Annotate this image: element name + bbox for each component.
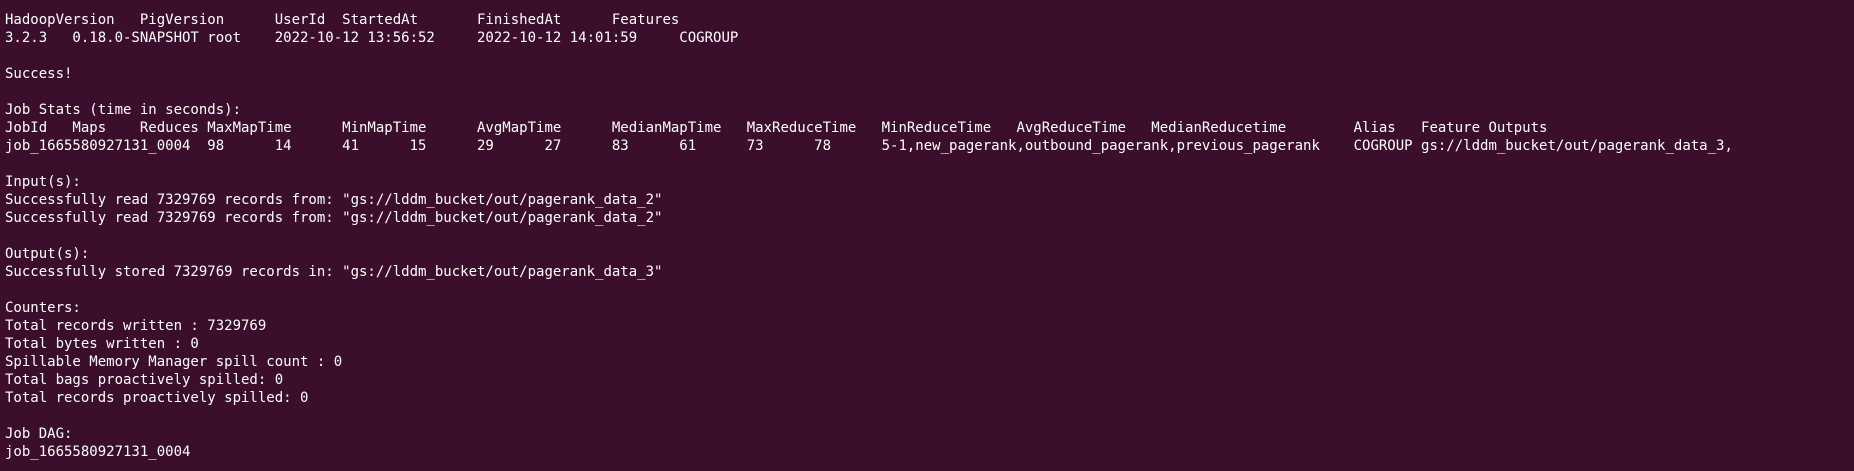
counter-line: Total records proactively spilled: 0 [5, 390, 309, 406]
header-row-summary: HadoopVersion PigVersion UserId StartedA… [5, 12, 680, 28]
counters-heading: Counters: [5, 300, 81, 316]
counter-line: Total records written : 7329769 [5, 318, 267, 334]
input-line: Successfully read 7329769 records from: … [5, 192, 663, 208]
terminal-output: HadoopVersion PigVersion UserId StartedA… [5, 11, 1733, 461]
job-dag-heading: Job DAG: [5, 426, 73, 442]
job-stats-values-row: job_1665580927131_0004 98 14 41 15 29 27… [5, 138, 1733, 154]
input-line: Successfully read 7329769 records from: … [5, 210, 663, 226]
counter-line: Spillable Memory Manager spill count : 0 [5, 354, 343, 370]
counter-line: Total bytes written : 0 [5, 336, 199, 352]
output-line: Successfully stored 7329769 records in: … [5, 264, 663, 280]
counter-line: Total bags proactively spilled: 0 [5, 372, 284, 388]
outputs-heading: Output(s): [5, 246, 90, 262]
success-message: Success! [5, 66, 73, 82]
job-stats-header-row: JobId Maps Reduces MaxMapTime MinMapTime… [5, 120, 1548, 136]
inputs-heading: Input(s): [5, 174, 81, 190]
job-dag-id: job_1665580927131_0004 [5, 444, 191, 460]
terminal-window[interactable]: HadoopVersion PigVersion UserId StartedA… [0, 0, 1854, 471]
summary-values-row: 3.2.3 0.18.0-SNAPSHOT root 2022-10-12 13… [5, 30, 739, 46]
job-stats-heading: Job Stats (time in seconds): [5, 102, 242, 118]
